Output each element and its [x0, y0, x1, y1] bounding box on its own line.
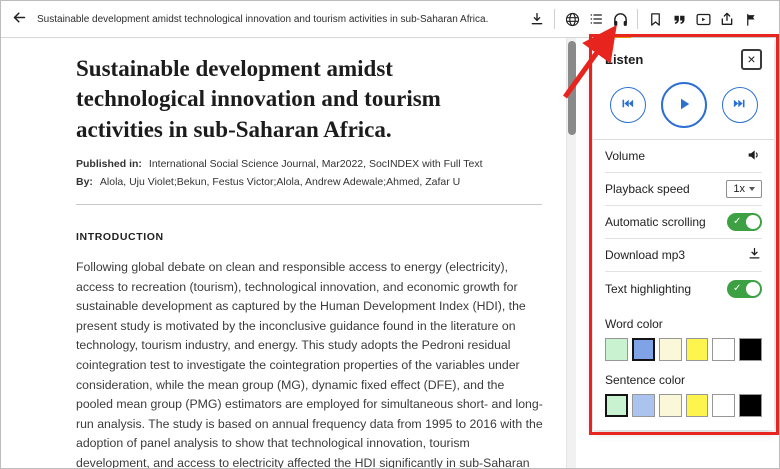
download-mp3-row: Download mp3 [605, 239, 762, 272]
sentence-color-swatch-0[interactable] [605, 394, 628, 417]
playback-speed-label: Playback speed [605, 182, 690, 196]
published-in-row: Published in: International Social Scienc… [76, 158, 541, 170]
volume-button[interactable] [746, 147, 762, 166]
authors-value: Alola, Uju Violet;Bekun, Festus Victor;A… [100, 176, 460, 188]
sentence-color-swatch-4[interactable] [712, 394, 735, 417]
sentence-color-swatch-1[interactable] [632, 394, 655, 417]
skip-forward-button[interactable] [722, 87, 758, 123]
meta-divider [76, 204, 542, 205]
back-button[interactable] [1, 1, 37, 38]
article-meta: Published in: International Social Scienc… [76, 158, 541, 188]
automatic-scrolling-toggle[interactable] [727, 213, 762, 231]
word-color-swatch-1[interactable] [632, 338, 655, 361]
bookmark-icon [648, 12, 663, 27]
article-pane: Sustainable development amidst technolog… [1, 38, 566, 469]
toggle-knob [746, 215, 760, 229]
bookmark-button[interactable] [643, 1, 667, 38]
download-button[interactable] [525, 1, 549, 38]
skip-forward-icon [732, 96, 747, 114]
listen-panel-header: Listen × [605, 48, 762, 70]
published-in-value: International Social Science Journal, Ma… [149, 158, 483, 170]
download-icon [747, 246, 762, 264]
flag-button[interactable] [739, 1, 763, 38]
word-color-swatch-2[interactable] [659, 338, 682, 361]
playback-speed-value: 1x [733, 183, 745, 195]
word-color-swatch-5[interactable] [739, 338, 762, 361]
text-highlighting-label: Text highlighting [605, 282, 691, 296]
download-icon [529, 11, 545, 27]
video-button[interactable] [691, 1, 715, 38]
word-color-swatch-4[interactable] [712, 338, 735, 361]
toolbar-separator [554, 9, 555, 29]
by-label: By: [76, 176, 93, 188]
volume-label: Volume [605, 149, 645, 163]
sentence-color-swatches [605, 394, 762, 417]
play-button[interactable] [661, 82, 707, 128]
download-mp3-label: Download mp3 [605, 248, 685, 262]
share-button[interactable] [715, 1, 739, 38]
toolbar-icon-group [525, 1, 779, 38]
scrollbar-thumb[interactable] [568, 41, 576, 135]
toolbar-document-title: Sustainable development amidst technolog… [37, 14, 525, 25]
chevron-down-icon [749, 187, 755, 191]
word-color-label: Word color [605, 317, 762, 331]
word-color-swatch-3[interactable] [686, 338, 709, 361]
authors-row: By: Alola, Uju Violet;Bekun, Festus Victo… [76, 176, 541, 188]
automatic-scrolling-label: Automatic scrolling [605, 215, 706, 229]
sentence-color-swatch-2[interactable] [659, 394, 682, 417]
listen-panel: Listen × Volume Playback speed 1x [593, 38, 774, 430]
playback-speed-dropdown[interactable]: 1x [726, 180, 762, 198]
listen-panel-title: Listen [605, 52, 643, 67]
sentence-color-swatch-3[interactable] [686, 394, 709, 417]
volume-row: Volume [605, 140, 762, 173]
word-color-swatches [605, 338, 762, 361]
quote-icon [672, 12, 687, 27]
automatic-scrolling-row: Automatic scrolling [605, 206, 762, 239]
globe-icon [564, 11, 581, 28]
sentence-color-label: Sentence color [605, 373, 762, 387]
play-icon [675, 95, 693, 116]
translate-button[interactable] [560, 1, 584, 38]
vertical-scrollbar[interactable] [566, 38, 576, 469]
text-highlighting-row: Text highlighting [605, 272, 762, 305]
text-highlighting-toggle[interactable] [727, 280, 762, 298]
sentence-color-swatch-5[interactable] [739, 394, 762, 417]
close-icon: × [747, 52, 755, 66]
share-icon [719, 11, 735, 27]
word-color-swatch-0[interactable] [605, 338, 628, 361]
skip-back-icon [620, 96, 635, 114]
article-body-paragraph: Following global debate on clean and res… [76, 258, 544, 469]
headphones-icon [612, 11, 629, 28]
list-icon [588, 11, 604, 27]
table-of-contents-button[interactable] [584, 1, 608, 38]
listen-button[interactable] [608, 1, 632, 38]
article-title: Sustainable development amidst technolog… [76, 54, 488, 145]
close-button[interactable]: × [741, 49, 762, 70]
download-mp3-button[interactable] [747, 246, 762, 264]
video-icon [695, 11, 712, 28]
toolbar-separator [637, 9, 638, 29]
playback-speed-row: Playback speed 1x [605, 173, 762, 206]
audio-player-controls [605, 82, 762, 128]
back-arrow-icon [11, 9, 28, 29]
toggle-knob [746, 282, 760, 296]
flag-icon [744, 12, 759, 27]
top-toolbar: Sustainable development amidst technolog… [1, 1, 779, 38]
skip-back-button[interactable] [610, 87, 646, 123]
published-in-label: Published in: [76, 158, 142, 170]
section-heading: INTRODUCTION [76, 231, 541, 243]
reader-window: Sustainable development amidst technolog… [0, 0, 780, 469]
speaker-icon [746, 147, 762, 166]
cite-button[interactable] [667, 1, 691, 38]
